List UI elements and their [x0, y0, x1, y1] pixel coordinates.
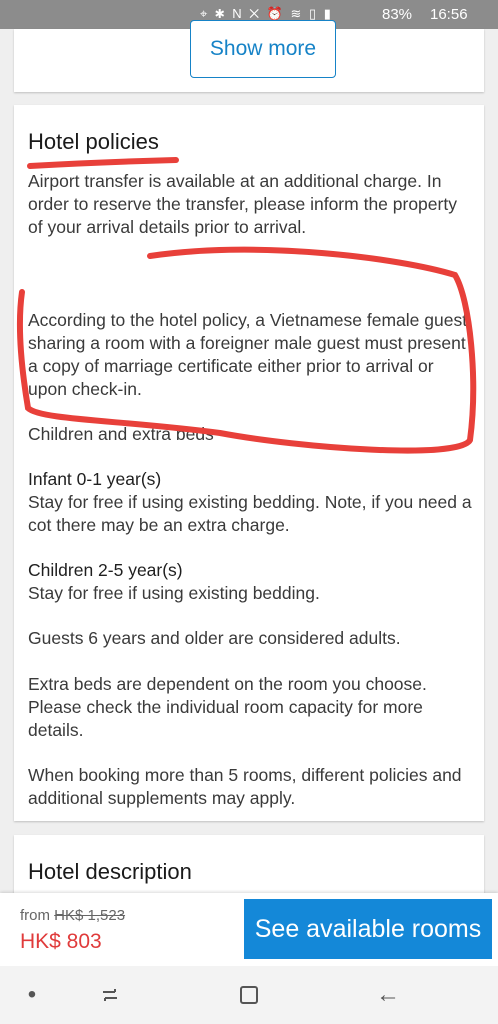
booking-bar: from HK$ 1,523 HK$ 803 See available roo…: [0, 893, 498, 966]
current-price: HK$ 803: [20, 930, 102, 953]
vietnamese-policy-text: According to the hotel policy, a Vietnam…: [28, 310, 468, 399]
hotel-policies-card: Hotel policies Airport transfer is avail…: [14, 105, 484, 821]
old-price: HK$ 1,523: [54, 907, 126, 924]
children-extra-beds-heading: Children and extra beds: [28, 424, 214, 444]
clock: 16:56: [430, 6, 468, 23]
home-icon[interactable]: [229, 980, 269, 1010]
from-label: from: [20, 907, 50, 924]
infant-text: Stay for free if using existing bedding.…: [28, 492, 472, 535]
battery-level: 83%: [382, 6, 413, 23]
extra-beds-text: Extra beds are dependent on the room you…: [28, 674, 427, 740]
top-card: Show more: [14, 20, 484, 92]
see-available-rooms-button[interactable]: See available rooms: [244, 899, 492, 959]
from-price: from HK$ 1,523: [20, 907, 125, 924]
section-title: Hotel policies: [28, 129, 159, 154]
infant-heading: Infant 0-1 year(s): [28, 469, 162, 489]
children-text: Stay for free if using existing bedding.: [28, 583, 320, 603]
back-icon[interactable]: ←: [368, 980, 408, 1010]
recent-apps-icon[interactable]: [90, 980, 130, 1010]
show-more-button[interactable]: Show more: [190, 20, 336, 78]
section-title: Hotel description: [28, 859, 192, 884]
dot-icon[interactable]: •: [12, 980, 52, 1010]
airport-transfer-text: Airport transfer is available at an addi…: [28, 171, 457, 237]
children-heading: Children 2-5 year(s): [28, 560, 183, 580]
android-nav-bar: • ←: [0, 966, 498, 1024]
adults-text: Guests 6 years and older are considered …: [28, 628, 401, 648]
multiple-rooms-text: When booking more than 5 rooms, differen…: [28, 765, 462, 808]
